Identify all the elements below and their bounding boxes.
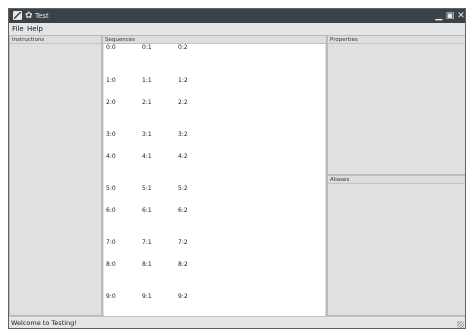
- sequence-cell[interactable]: 9:2: [178, 293, 188, 301]
- title-bar[interactable]: ✿ Test ▁ ▣ ✕: [9, 9, 465, 23]
- gear-icon[interactable]: ✿: [25, 9, 33, 23]
- sequences-header: Sequences: [103, 36, 326, 44]
- sequence-cell[interactable]: 2:1: [142, 99, 152, 107]
- instructions-panel: Instructions: [9, 35, 102, 316]
- window-title: Test: [35, 12, 49, 20]
- sequence-cell[interactable]: 3:2: [178, 131, 188, 139]
- sequence-cell[interactable]: 8:0: [106, 261, 116, 269]
- sequence-cell[interactable]: 5:0: [106, 185, 116, 193]
- sequence-cell[interactable]: 6:0: [106, 207, 116, 215]
- sequence-cell[interactable]: 9:0: [106, 293, 116, 301]
- sequence-cell[interactable]: 1:0: [106, 77, 116, 85]
- maximize-icon[interactable]: ▣: [445, 9, 455, 23]
- sequence-cell[interactable]: 2:0: [106, 99, 116, 107]
- app-window: ✿ Test ▁ ▣ ✕ File Help Instructions Sequ…: [8, 8, 466, 329]
- sequence-cell[interactable]: 6:2: [178, 207, 188, 215]
- sequences-panel: Sequences 0:0 0:1 0:2 1:0 1:1 1:2 2:0 2:1 2:2 3:0…: [102, 35, 327, 316]
- sequence-cell[interactable]: 3:0: [106, 131, 116, 139]
- properties-header: Properties: [328, 36, 465, 44]
- app-icon[interactable]: [13, 11, 22, 20]
- sequence-cell[interactable]: 7:0: [106, 239, 116, 247]
- sequence-cell[interactable]: 0:1: [142, 44, 152, 52]
- sequence-cell[interactable]: 0:0: [106, 44, 116, 52]
- menu-bar: File Help: [9, 23, 465, 35]
- sequence-cell[interactable]: 1:1: [142, 77, 152, 85]
- sequences-grid: 0:0 0:1 0:2 1:0 1:1 1:2 2:0 2:1 2:2 3:0 3:1 3:2 4:0 4…: [104, 44, 325, 316]
- sequence-cell[interactable]: 4:0: [106, 153, 116, 161]
- sequence-cell[interactable]: 6:1: [142, 207, 152, 215]
- menu-file[interactable]: File: [12, 23, 24, 35]
- sequence-cell[interactable]: 4:2: [178, 153, 188, 161]
- sequence-cell[interactable]: 3:1: [142, 131, 152, 139]
- sequence-cell[interactable]: 0:2: [178, 44, 188, 52]
- sequence-cell[interactable]: 8:2: [178, 261, 188, 269]
- aliases-header: Aliases: [328, 176, 465, 184]
- resize-grip-icon[interactable]: [457, 321, 464, 328]
- minimize-icon[interactable]: ▁: [434, 9, 444, 23]
- sequence-cell[interactable]: 5:2: [178, 185, 188, 193]
- sequence-cell[interactable]: 1:2: [178, 77, 188, 85]
- status-bar: Welcome to Testing!: [9, 316, 465, 328]
- status-text: Welcome to Testing!: [11, 319, 77, 327]
- menu-help[interactable]: Help: [27, 23, 43, 35]
- properties-panel: Properties: [327, 35, 465, 175]
- sequence-cell[interactable]: 4:1: [142, 153, 152, 161]
- aliases-panel: Aliases: [327, 175, 465, 316]
- sequence-cell[interactable]: 7:1: [142, 239, 152, 247]
- sequence-cell[interactable]: 5:1: [142, 185, 152, 193]
- sequence-cell[interactable]: 8:1: [142, 261, 152, 269]
- sequence-cell[interactable]: 2:2: [178, 99, 188, 107]
- sequence-cell[interactable]: 7:2: [178, 239, 188, 247]
- instructions-header: Instructions: [10, 36, 101, 44]
- close-icon[interactable]: ✕: [456, 9, 465, 23]
- sequence-cell[interactable]: 9:1: [142, 293, 152, 301]
